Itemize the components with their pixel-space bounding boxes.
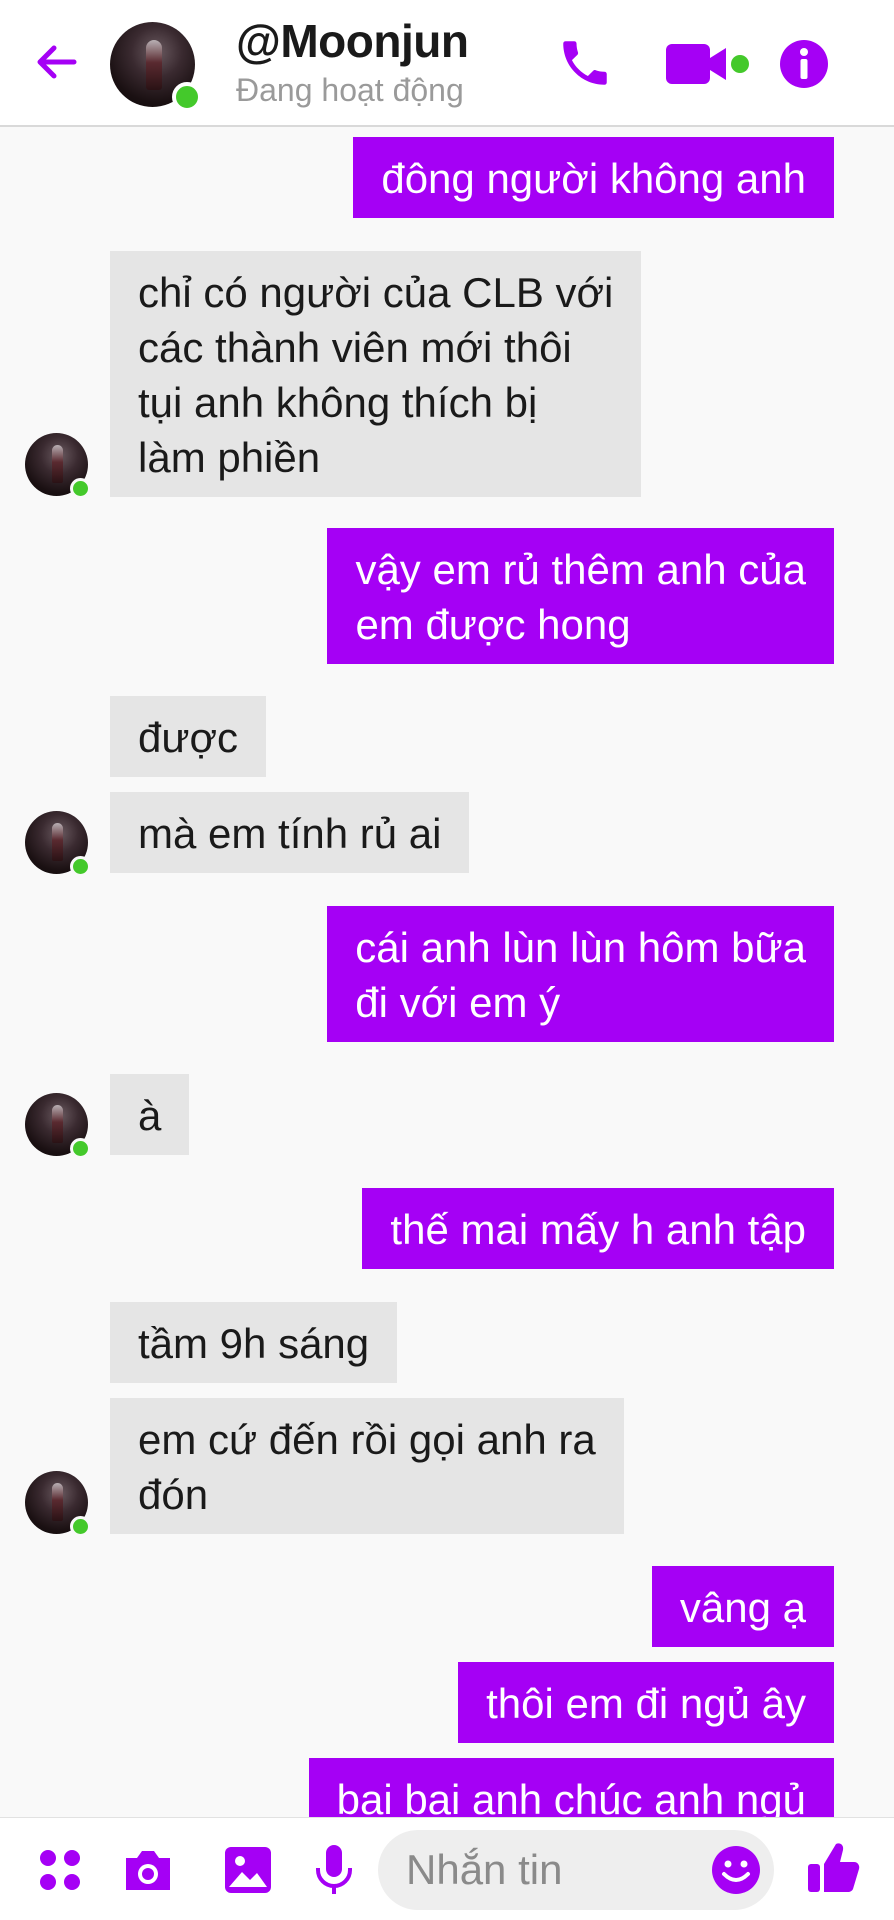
message-incoming[interactable]: tầm 9h sáng: [110, 1302, 398, 1383]
message-outgoing[interactable]: đông người không anh: [353, 137, 834, 218]
video-camera-icon[interactable]: [664, 38, 756, 90]
apps-icon[interactable]: [32, 1842, 88, 1898]
message-incoming[interactable]: chỉ có người của CLB với các thành viên …: [110, 251, 642, 497]
gallery-icon[interactable]: [220, 1842, 276, 1898]
emoji-icon[interactable]: [710, 1844, 762, 1896]
info-icon[interactable]: [778, 38, 830, 90]
message-incoming[interactable]: à: [110, 1074, 190, 1155]
sender-avatar[interactable]: [25, 433, 91, 499]
back-arrow-icon[interactable]: [30, 36, 82, 88]
contact-status: Đang hoạt động: [236, 72, 464, 108]
message-outgoing[interactable]: thế mai mấy h anh tập: [362, 1188, 834, 1269]
microphone-icon[interactable]: [306, 1842, 362, 1898]
sender-avatar[interactable]: [25, 811, 91, 877]
message-outgoing[interactable]: bai bai anh chúc anh ngủ: [308, 1758, 834, 1817]
sender-avatar[interactable]: [25, 1471, 91, 1537]
message-composer: [0, 1817, 894, 1920]
message-outgoing[interactable]: cái anh lùn lùn hôm bữa đi với em ý: [327, 906, 834, 1042]
message-incoming[interactable]: mà em tính rủ ai: [110, 792, 470, 873]
contact-name[interactable]: @Moonjun: [236, 14, 469, 68]
thumbs-up-icon[interactable]: [804, 1838, 864, 1898]
message-outgoing[interactable]: thôi em đi ngủ ây: [458, 1662, 834, 1743]
message-outgoing[interactable]: vâng ạ: [651, 1566, 834, 1647]
message-incoming[interactable]: được: [110, 696, 267, 777]
camera-icon[interactable]: [120, 1842, 176, 1898]
online-indicator: [172, 82, 202, 112]
message-thread[interactable]: đông người không anh chỉ có người của CL…: [0, 127, 894, 1817]
sender-avatar[interactable]: [25, 1093, 91, 1159]
message-incoming[interactable]: em cứ đến rồi gọi anh ra đón: [110, 1398, 624, 1534]
phone-icon[interactable]: [556, 34, 614, 92]
conversation-header: @Moonjun Đang hoạt động: [0, 0, 894, 127]
message-outgoing[interactable]: vậy em rủ thêm anh của em được hong: [327, 528, 834, 664]
